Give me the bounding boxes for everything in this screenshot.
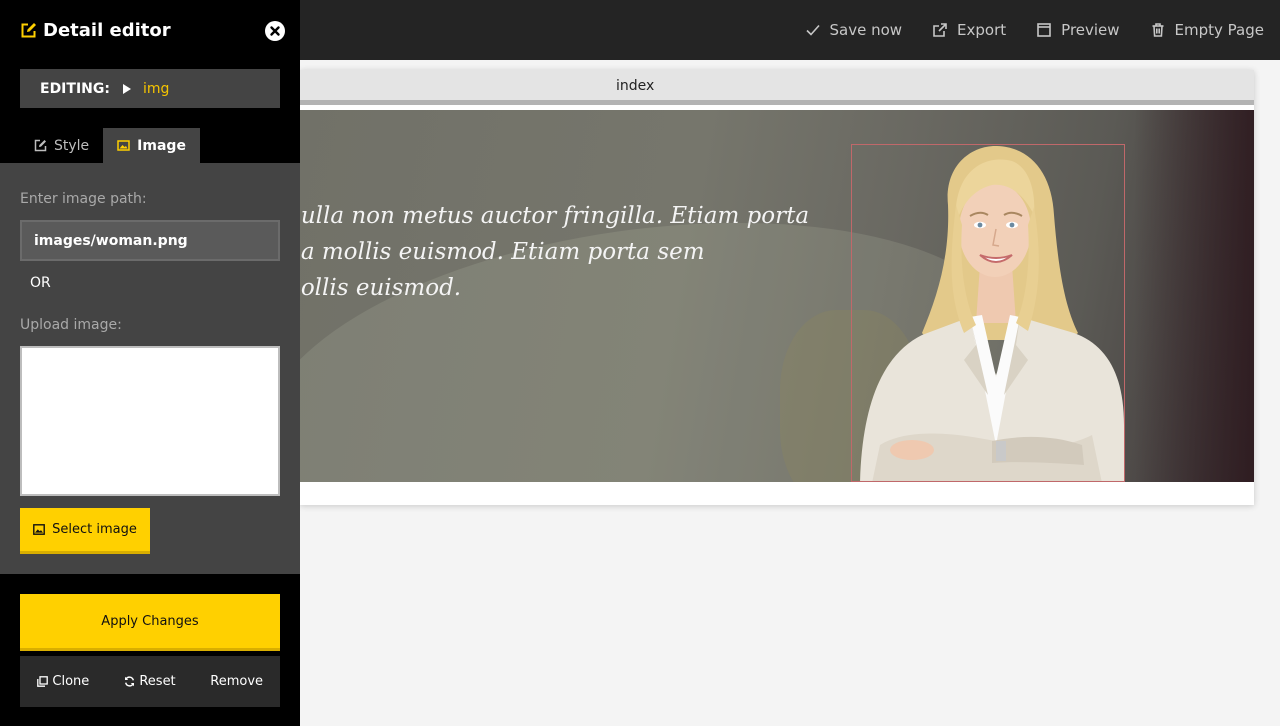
hero-background-shadow: [1134, 110, 1254, 482]
preview-label: Preview: [1061, 21, 1120, 39]
empty-page-button[interactable]: Empty Page: [1150, 21, 1264, 39]
editor-tabs: Style Image: [20, 128, 200, 163]
reset-button[interactable]: Reset: [107, 656, 194, 707]
page-tab-label: index: [616, 78, 655, 94]
editing-target[interactable]: img: [143, 81, 169, 97]
hero-section[interactable]: nulla non metus auctor fringilla. Etiam …: [300, 110, 1254, 482]
trash-icon: [1152, 23, 1164, 37]
clone-label: Clone: [52, 674, 90, 689]
remove-label: Remove: [210, 674, 264, 689]
tab-image[interactable]: Image: [103, 128, 200, 163]
upload-image-label: Upload image:: [20, 317, 122, 333]
save-now-button[interactable]: Save now: [805, 21, 903, 39]
tab-image-label: Image: [137, 137, 186, 154]
remove-button[interactable]: Remove: [193, 656, 280, 707]
image-icon: [117, 140, 130, 151]
image-path-label: Enter image path:: [20, 191, 147, 207]
image-panel: Enter image path: OR Upload image: Selec…: [0, 163, 300, 574]
or-separator: OR: [30, 275, 51, 291]
toolbar-actions: Save now Export Preview Empty Page: [805, 0, 1264, 60]
selected-woman-image[interactable]: [851, 144, 1125, 482]
empty-page-label: Empty Page: [1174, 21, 1264, 39]
select-image-label: Select image: [52, 522, 137, 537]
reset-label: Reset: [139, 674, 176, 689]
edit-icon: [34, 139, 47, 152]
export-label: Export: [957, 21, 1007, 39]
editing-breadcrumb: EDITING: img: [20, 69, 280, 108]
tab-style-label: Style: [54, 137, 90, 154]
play-arrow-icon: [122, 83, 131, 94]
window-icon: [1037, 23, 1051, 37]
detail-editor-sidebar: Detail editor EDITING: img Style Image E…: [0, 0, 300, 726]
preview-button[interactable]: Preview: [1036, 21, 1120, 39]
export-icon: [933, 23, 947, 37]
check-icon: [805, 24, 820, 36]
woman-portrait-image: [860, 145, 1124, 481]
upload-dropzone[interactable]: [20, 346, 280, 496]
close-icon: [270, 26, 280, 36]
clone-icon: [37, 676, 49, 687]
editing-label: EDITING:: [40, 80, 110, 97]
image-path-input[interactable]: [20, 220, 280, 261]
page-preview: index nulla non metus auctor fringilla. …: [300, 70, 1254, 505]
image-icon: [33, 524, 46, 535]
sidebar-title: Detail editor: [43, 19, 171, 41]
export-button[interactable]: Export: [932, 21, 1006, 39]
element-actions: Clone Reset Remove: [20, 656, 280, 707]
clone-button[interactable]: Clone: [20, 656, 107, 707]
save-now-label: Save now: [829, 21, 903, 39]
hero-text[interactable]: nulla non metus auctor fringilla. Etiam …: [300, 198, 826, 306]
tab-style[interactable]: Style: [20, 128, 103, 163]
refresh-icon: [125, 676, 135, 687]
select-image-button[interactable]: Select image: [20, 508, 150, 554]
close-button[interactable]: [265, 21, 285, 41]
edit-icon: [21, 22, 36, 37]
page-tab[interactable]: index: [300, 70, 1254, 105]
sidebar-header: Detail editor: [0, 0, 300, 60]
apply-changes-button[interactable]: Apply Changes: [20, 594, 280, 651]
